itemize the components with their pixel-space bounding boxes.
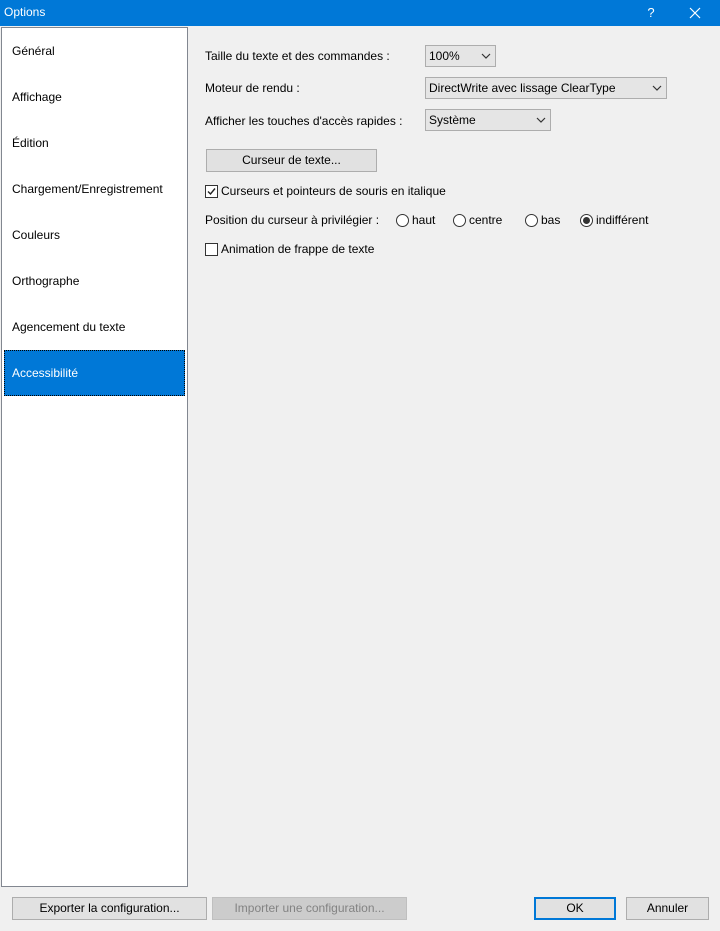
nav-item-edition[interactable]: Édition [4, 120, 185, 166]
cursor-position-haut-radio[interactable] [396, 214, 409, 227]
nav-item-orthographe[interactable]: Orthographe [4, 258, 185, 304]
render-engine-dropdown[interactable]: DirectWrite avec lissage ClearType [425, 77, 667, 99]
cursor-position-label: Position du curseur à privilégier : [205, 213, 380, 227]
access-keys-value: Système [429, 113, 476, 127]
typing-animation-label: Animation de frappe de texte [221, 242, 375, 256]
cursor-position-centre-radio[interactable] [453, 214, 466, 227]
text-size-dropdown[interactable]: 100% [425, 45, 496, 67]
nav-item-agencement-du-texte[interactable]: Agencement du texte [4, 304, 185, 350]
text-cursor-button[interactable]: Curseur de texte... [206, 149, 377, 172]
nav-item-general[interactable]: Général [4, 28, 185, 74]
nav-item-chargement-enregistrement[interactable]: Chargement/Enregistrement [4, 166, 185, 212]
nav-item-couleurs[interactable]: Couleurs [4, 212, 185, 258]
render-engine-value: DirectWrite avec lissage ClearType [429, 81, 616, 95]
cancel-button[interactable]: Annuler [626, 897, 709, 920]
access-keys-dropdown[interactable]: Système [425, 109, 551, 131]
chevron-down-icon [652, 85, 662, 91]
cursor-position-haut-label: haut [412, 213, 436, 227]
text-size-label: Taille du texte et des commandes : [205, 49, 390, 63]
typing-animation-checkbox[interactable] [205, 243, 218, 256]
chevron-down-icon [536, 117, 546, 123]
import-config-button[interactable]: Importer une configuration... [212, 897, 407, 920]
check-icon [207, 188, 216, 196]
cursor-position-indifferent-label: indifférent [596, 213, 649, 227]
window-title: Options [4, 5, 46, 19]
text-size-value: 100% [429, 49, 460, 63]
export-config-button[interactable]: Exporter la configuration... [12, 897, 207, 920]
options-dialog: Options ? Général Affichage Édition Char… [0, 0, 720, 931]
close-button[interactable] [674, 0, 716, 26]
cursor-position-indifferent-radio[interactable] [580, 214, 593, 227]
ok-button[interactable]: OK [534, 897, 616, 920]
help-button[interactable]: ? [630, 0, 672, 26]
category-list: Général Affichage Édition Chargement/Enr… [1, 27, 188, 887]
italic-cursors-checkbox[interactable] [205, 185, 218, 198]
close-icon [689, 7, 701, 19]
radio-selected-dot [583, 217, 590, 224]
cursor-position-centre-label: centre [469, 213, 503, 227]
nav-item-affichage[interactable]: Affichage [4, 74, 185, 120]
access-keys-label: Afficher les touches d'accès rapides : [205, 114, 403, 128]
chevron-down-icon [481, 53, 491, 59]
render-engine-label: Moteur de rendu : [205, 81, 300, 95]
cursor-position-bas-label: bas [541, 213, 561, 227]
nav-item-accessibilite[interactable]: Accessibilité [4, 350, 185, 396]
italic-cursors-label: Curseurs et pointeurs de souris en itali… [221, 184, 446, 198]
title-bar: Options ? [0, 0, 720, 26]
cursor-position-bas-radio[interactable] [525, 214, 538, 227]
